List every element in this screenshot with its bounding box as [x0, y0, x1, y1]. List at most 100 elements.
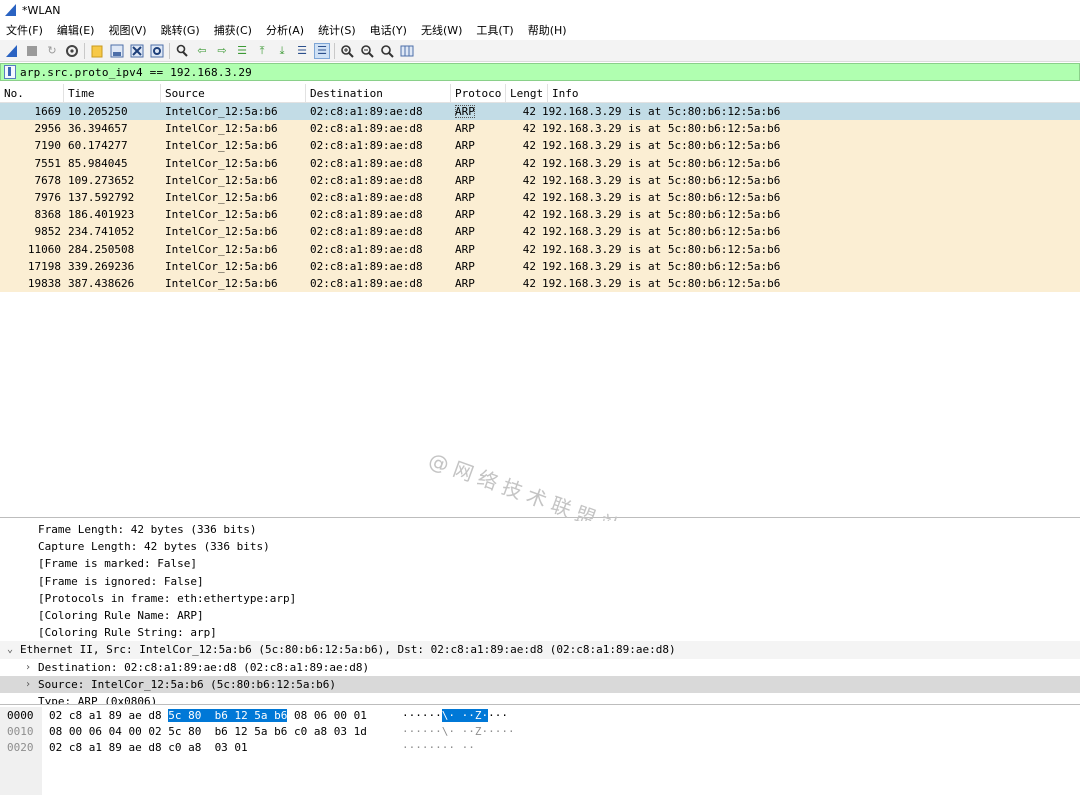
cell-destination: 02:c8:a1:89:ae:d8 — [310, 105, 423, 119]
cell-destination: 02:c8:a1:89:ae:d8 — [310, 276, 423, 290]
bytes-row: 0000 02 c8 a1 89 ae d8 5c 80 b6 12 5a b6 … — [0, 708, 1080, 724]
detail-line[interactable]: Frame Length: 42 bytes (336 bits) — [0, 521, 1080, 538]
packet-row[interactable]: 19838 387.438626 IntelCor_12:5a:b6 02:c8:a1… — [0, 274, 1080, 293]
autoscroll-icon[interactable]: ☰ — [294, 43, 310, 59]
menu-item-8[interactable]: 无线(W) — [421, 22, 462, 38]
bytes-hex[interactable]: 02 c8 a1 89 ae d8 c0 a8 03 01 — [49, 740, 248, 756]
menu-item-3[interactable]: 跳转(G) — [161, 22, 200, 38]
column-header-time[interactable]: Time — [64, 83, 161, 103]
detail-text: [Coloring Rule Name: ARP] — [38, 608, 204, 622]
cell-length: 42 — [522, 122, 536, 136]
packet-row[interactable]: 1669 10.205250 IntelCor_12:5a:b6 02:c8:a1:8… — [0, 103, 1080, 121]
packet-row[interactable]: 11060 284.250508 IntelCor_12:5a:b6 02:c8:a1… — [0, 240, 1080, 258]
reload-icon[interactable] — [149, 43, 165, 59]
menu-item-4[interactable]: 捕获(C) — [214, 22, 252, 38]
zoom-in-icon[interactable] — [339, 43, 355, 59]
packet-row[interactable]: 7678 109.273652 IntelCor_12:5a:b6 02:c8:a1:… — [0, 171, 1080, 189]
open-folder-icon[interactable] — [89, 43, 105, 59]
detail-text: Capture Length: 42 bytes (336 bits) — [38, 540, 270, 554]
packet-row[interactable]: 9852 234.741052 IntelCor_12:5a:b6 02:c8:a1:… — [0, 223, 1080, 241]
restart-icon[interactable]: ↻ — [44, 43, 60, 59]
last-packet-icon[interactable]: ⤓ — [274, 43, 290, 59]
zoom-out-icon[interactable] — [359, 43, 375, 59]
detail-line[interactable]: [Coloring Rule Name: ARP] — [0, 607, 1080, 624]
find-icon[interactable] — [174, 43, 190, 59]
menu-item-6[interactable]: 统计(S) — [318, 22, 356, 38]
ascii-post: ··· — [488, 709, 508, 722]
detail-line[interactable]: › Destination: 02:c8:a1:89:ae:d8 (02:c8:a… — [0, 659, 1080, 676]
detail-text: [Protocols in frame: eth:ethertype:arp] — [38, 591, 297, 605]
chevron-right-icon[interactable]: › — [22, 659, 34, 676]
cell-protocol: ARP — [455, 208, 475, 222]
cell-protocol: ARP — [451, 105, 506, 119]
cell-protocol: ARP — [455, 259, 475, 273]
packet-row[interactable]: 7551 85.984045 IntelCor_12:5a:b6 02:c8:a1:8… — [0, 154, 1080, 172]
cell-no: 7976 — [34, 191, 62, 205]
bytes-offset: 0000 — [7, 709, 34, 722]
cell-no: 8368 — [34, 208, 62, 222]
hex-pre: 02 c8 a1 89 ae d8 c0 a8 03 01 — [49, 741, 248, 754]
column-header-length[interactable]: Lengt — [506, 83, 548, 103]
menu-item-2[interactable]: 视图(V) — [108, 22, 146, 38]
menu-item-9[interactable]: 工具(T) — [476, 22, 513, 38]
close-file-icon[interactable] — [129, 43, 145, 59]
cell-no: 11060 — [27, 242, 61, 256]
menu-item-5[interactable]: 分析(A) — [266, 22, 304, 38]
detail-line[interactable]: [Coloring Rule String: arp] — [0, 624, 1080, 641]
packet-row[interactable]: 7976 137.592792 IntelCor_12:5a:b6 02:c8:a1:… — [0, 188, 1080, 207]
resize-columns-icon[interactable] — [399, 43, 415, 59]
detail-line[interactable]: ⌄ Ethernet II, Src: IntelCor_12:5a:b6 (5c… — [0, 641, 1080, 659]
packet-row[interactable]: 2956 36.394657 IntelCor_12:5a:b6 02:c8:a1:8… — [0, 120, 1080, 138]
cell-no: 7678 — [34, 173, 62, 187]
cell-time: 36.394657 — [68, 122, 128, 136]
detail-line[interactable]: [Frame is ignored: False] — [0, 573, 1080, 590]
column-header-source[interactable]: Source — [161, 83, 306, 103]
column-header-protocol[interactable]: Protoco — [451, 83, 506, 103]
detail-line[interactable]: [Protocols in frame: eth:ethertype:arp] — [0, 590, 1080, 607]
column-header-info[interactable]: Info — [548, 84, 1080, 103]
go-back-icon[interactable]: ⇦ — [194, 43, 210, 59]
chevron-right-icon[interactable]: › — [22, 676, 34, 693]
cell-source: IntelCor_12:5a:b6 — [165, 156, 278, 170]
ascii-hl: \· ··Z· — [441, 709, 489, 722]
save-file-icon[interactable] — [109, 43, 125, 59]
detail-line[interactable]: Capture Length: 42 bytes (336 bits) — [0, 538, 1080, 555]
bytes-hex[interactable]: 08 00 06 04 00 02 5c 80 b6 12 5a b6 c0 a… — [49, 724, 367, 740]
menu-item-0[interactable]: 文件(F) — [6, 22, 43, 38]
chevron-down-icon[interactable]: ⌄ — [4, 641, 16, 658]
cell-info: 192.168.3.29 is at 5c:80:b6:12:5a:b6 — [542, 242, 781, 256]
bytes-ascii[interactable]: ········ ·· — [402, 740, 475, 756]
colorize-icon[interactable]: ☰ — [314, 42, 330, 59]
packet-row[interactable]: 8368 186.401923 IntelCor_12:5a:b6 02:c8:a1:… — [0, 206, 1080, 224]
cell-time: 109.273652 — [68, 173, 135, 187]
bytes-ascii[interactable]: ······\· ··Z····· — [402, 724, 515, 740]
detail-line[interactable]: Type: ARP (0x0806) — [0, 693, 1080, 704]
cell-time: 387.438626 — [68, 276, 135, 290]
detail-line[interactable]: › Source: IntelCor_12:5a:b6 (5c:80:b6:12:… — [0, 675, 1080, 693]
display-filter-bar — [0, 63, 1080, 81]
cell-length: 42 — [522, 259, 536, 273]
display-filter-input[interactable] — [20, 65, 1020, 79]
options-gear-icon[interactable] — [64, 43, 80, 59]
cell-info: 192.168.3.29 is at 5c:80:b6:12:5a:b6 — [542, 122, 781, 136]
go-to-packet-icon[interactable]: ☰ — [234, 43, 250, 59]
packet-row[interactable]: 17198 339.269236 IntelCor_12:5a:b6 02:c8:a1… — [0, 257, 1080, 275]
menu-item-7[interactable]: 电话(Y) — [370, 22, 407, 38]
go-forward-icon[interactable]: ⇨ — [214, 43, 230, 59]
column-header-no[interactable]: No. — [0, 83, 64, 103]
detail-line[interactable]: [Frame is marked: False] — [0, 555, 1080, 572]
cell-info: 192.168.3.29 is at 5c:80:b6:12:5a:b6 — [542, 191, 781, 205]
menu-item-10[interactable]: 帮助(H) — [528, 22, 567, 38]
filter-bookmark-icon[interactable] — [4, 65, 16, 79]
cell-info: 192.168.3.29 is at 5c:80:b6:12:5a:b6 — [542, 173, 781, 187]
shark-fin-start-icon[interactable] — [4, 43, 20, 59]
first-packet-icon[interactable]: ⤒ — [254, 43, 270, 59]
zoom-reset-icon[interactable] — [379, 43, 395, 59]
packet-row[interactable]: 7190 60.174277 IntelCor_12:5a:b6 02:c8:a1:8… — [0, 137, 1080, 155]
stop-icon[interactable] — [24, 43, 40, 59]
column-header-destination[interactable]: Destination — [306, 83, 451, 103]
bytes-ascii[interactable]: ······\· ··Z···· — [402, 708, 508, 724]
cell-time: 10.205250 — [68, 105, 128, 119]
bytes-hex[interactable]: 02 c8 a1 89 ae d8 5c 80 b6 12 5a b6 08 0… — [49, 708, 367, 724]
menu-item-1[interactable]: 编辑(E) — [57, 22, 95, 38]
